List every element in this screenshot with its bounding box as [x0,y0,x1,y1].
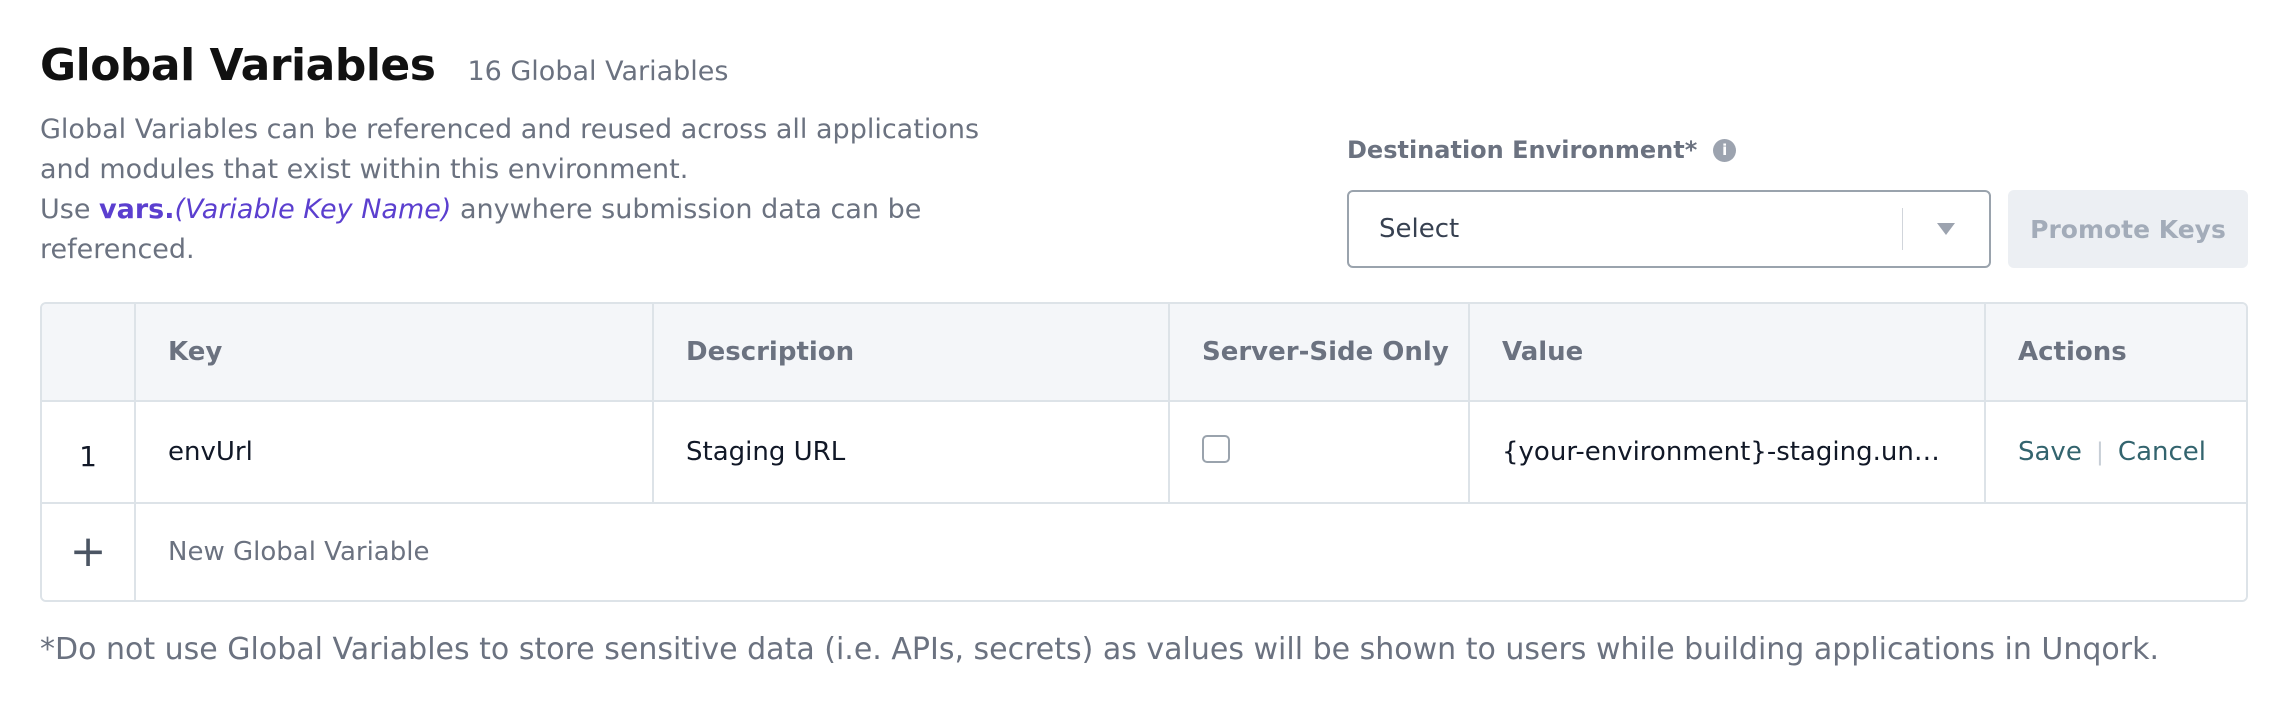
save-link[interactable]: Save [2018,437,2082,467]
destination-environment-label: Destination Environment* i [1347,136,1737,164]
global-variables-page: Global Variables 16 Global Variables Glo… [0,0,2292,706]
server-side-only-cell [1170,402,1470,502]
add-variable-button[interactable]: + [42,504,136,600]
global-variables-table: Key Description Server-Side Only Value A… [40,302,2248,602]
value-text: {your-environment}-staging.unqork.io [1502,437,1952,467]
description-cell[interactable]: Staging URL [654,402,1170,502]
table-header-row: Key Description Server-Side Only Value A… [42,304,2246,402]
column-header-server-side-only: Server-Side Only [1170,304,1470,400]
chevron-down-icon[interactable] [1903,223,1989,235]
value-cell[interactable]: {your-environment}-staging.unqork.io [1470,402,1986,502]
variable-key-placeholder: (Variable Key Name) [174,194,452,225]
column-header-key: Key [136,304,654,400]
vars-prefix: vars. [99,194,175,225]
destination-environment-select[interactable]: Select [1347,190,1991,268]
server-side-only-checkbox[interactable] [1202,435,1230,463]
sensitive-data-warning: *Do not use Global Variables to store se… [40,632,2160,667]
actions-divider: | [2095,438,2104,466]
row-number-cell: 1 [42,402,136,502]
cancel-link[interactable]: Cancel [2118,437,2206,467]
usage-hint: Use vars.(Variable Key Name) anywhere su… [40,194,922,265]
variable-count: 16 Global Variables [467,56,729,87]
page-header: Global Variables 16 Global Variables [40,40,728,91]
new-global-variable-label[interactable]: New Global Variable [136,504,2246,600]
key-cell[interactable]: envUrl [136,402,654,502]
new-variable-row[interactable]: + New Global Variable [42,504,2246,600]
page-title: Global Variables [40,40,436,91]
column-header-number [42,304,136,400]
table-row: 1 envUrl Staging URL {your-environment}-… [42,402,2246,504]
actions-cell: Save | Cancel [1986,402,2246,502]
column-header-actions: Actions [2018,337,2127,367]
select-value: Select [1379,214,1460,244]
row-number: 1 [79,439,97,473]
description-text: Global Variables can be referenced and r… [40,114,980,185]
column-header-value: Value [1470,304,1986,400]
promote-keys-button[interactable]: Promote Keys [2008,190,2248,268]
page-description: Global Variables can be referenced and r… [40,110,1000,270]
info-icon[interactable]: i [1713,138,1737,162]
column-header-description: Description [654,304,1170,400]
plus-icon: + [69,526,107,577]
